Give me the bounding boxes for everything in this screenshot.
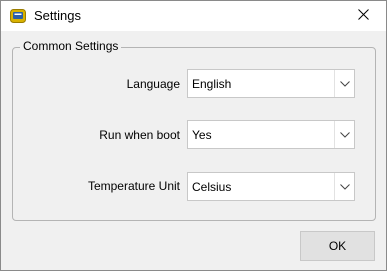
settings-window: Settings Common Settings Language Englis… (0, 0, 387, 271)
ok-button[interactable]: OK (300, 231, 375, 261)
chevron-down-icon[interactable] (334, 121, 354, 148)
chevron-down-icon[interactable] (334, 70, 354, 97)
language-label: Language (126, 77, 180, 91)
temperature-unit-value: Celsius (192, 180, 232, 194)
ok-button-label: OK (328, 239, 347, 253)
close-button[interactable] (340, 1, 386, 31)
temperature-unit-label: Temperature Unit (87, 179, 180, 193)
chevron-down-icon[interactable] (334, 173, 354, 200)
group-label: Common Settings (20, 39, 122, 54)
app-icon (10, 9, 26, 23)
language-select[interactable]: English (187, 69, 355, 98)
close-icon (357, 9, 369, 23)
window-title: Settings (34, 8, 81, 23)
run-when-boot-select[interactable]: Yes (187, 120, 355, 149)
run-when-boot-value: Yes (192, 128, 212, 142)
title-bar[interactable]: Settings (1, 1, 386, 31)
language-value: English (192, 77, 232, 91)
run-when-boot-label: Run when boot (99, 128, 180, 142)
temperature-unit-select[interactable]: Celsius (187, 172, 355, 201)
